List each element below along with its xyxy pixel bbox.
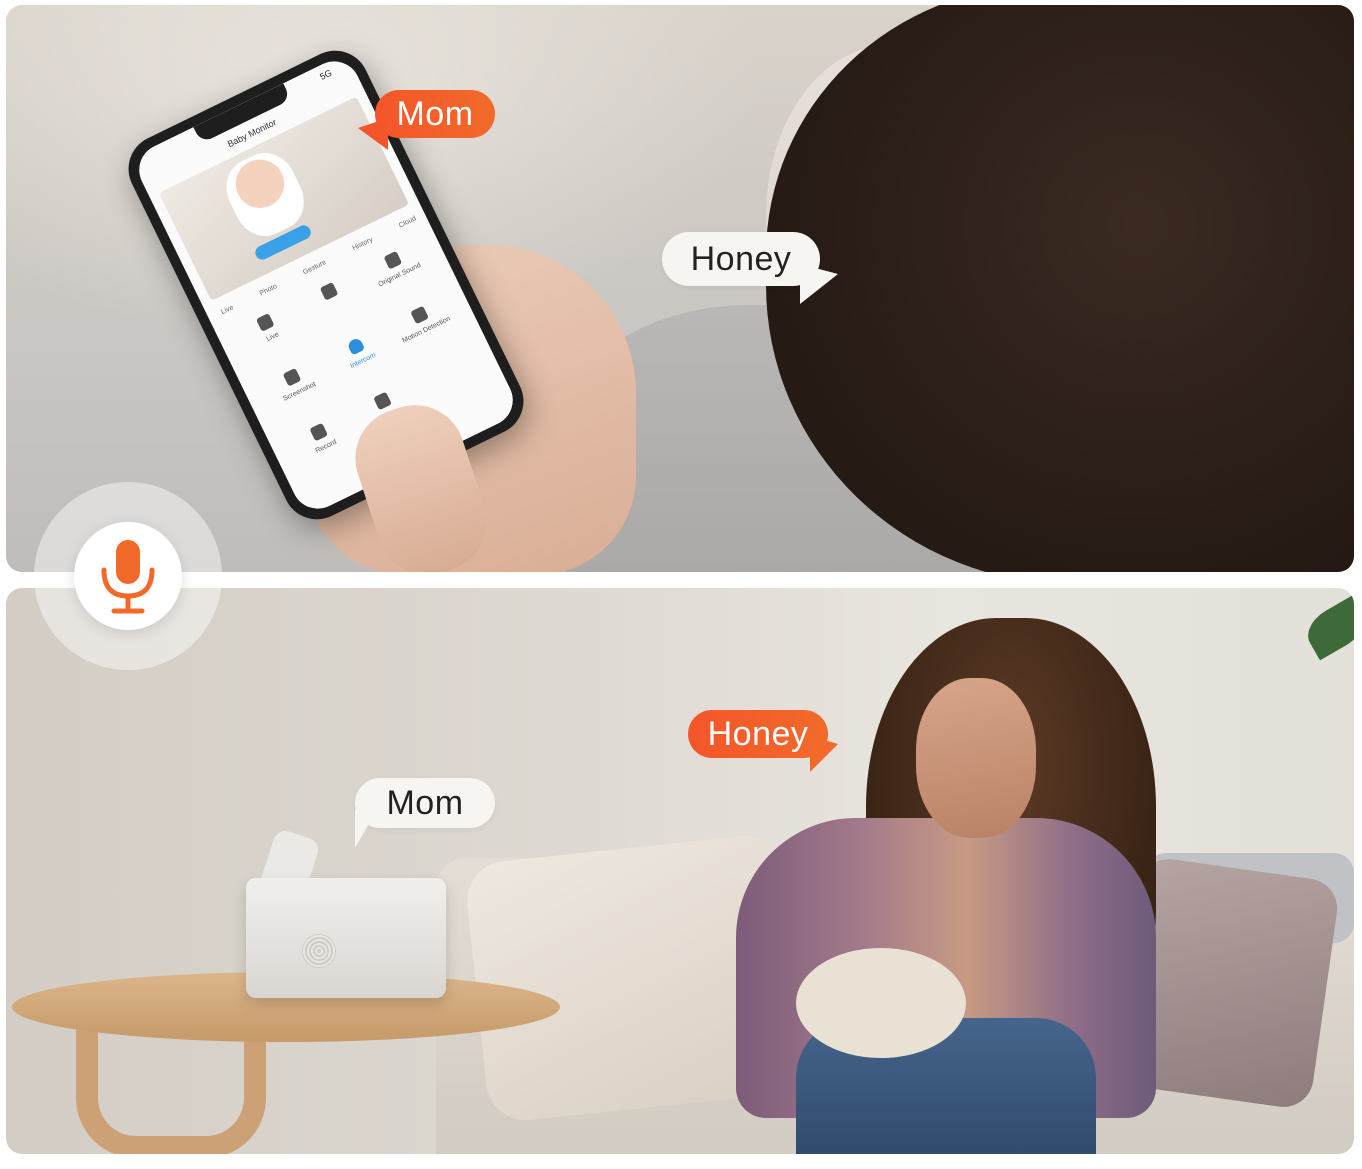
honey-bubble-text: Honey [707, 714, 809, 753]
plant-leaf [1300, 595, 1354, 661]
live-control[interactable]: Live [231, 300, 306, 355]
motion-detection-control[interactable]: Motion Detection [384, 293, 459, 348]
tab-history[interactable]: History [351, 236, 374, 252]
tab-photo[interactable]: Photo [259, 283, 279, 297]
microphone-icon [101, 540, 155, 614]
mom-bubble-bottom-tail [355, 810, 377, 848]
tab-gesture[interactable]: Gesture [302, 259, 327, 276]
empty-control [411, 348, 486, 403]
woman-face [916, 678, 1036, 838]
mom-bubble-tail [358, 118, 388, 150]
mom-bubble-text: Mom [396, 94, 474, 133]
honey-bubble-text: Honey [690, 239, 792, 278]
honey-bubble-top: Honey [662, 232, 820, 286]
microphone-icon [346, 336, 366, 356]
speaker-grille [302, 934, 336, 968]
screenshot-control[interactable]: Screenshot [257, 355, 332, 410]
tab-cloud[interactable]: Cloud [398, 215, 418, 229]
sound-wave-icon [383, 250, 402, 270]
knitting [796, 948, 966, 1058]
mic-badge [74, 522, 182, 630]
mom-bubble-text: Mom [386, 783, 464, 822]
lock-icon [373, 391, 392, 411]
woman-hair [766, 5, 1354, 572]
phone-status: 5G [318, 67, 334, 82]
camera-icon [282, 367, 302, 387]
intercom-control[interactable]: Intercom [321, 324, 396, 379]
honey-bubble-tail [800, 264, 838, 304]
baby-monitor-device [246, 878, 446, 998]
running-person-icon [409, 305, 429, 325]
tab-live[interactable]: Live [220, 304, 235, 316]
mic-control[interactable] [294, 270, 369, 325]
bottom-photo-panel [6, 588, 1354, 1154]
table-leg [76, 1028, 266, 1154]
live-icon [256, 312, 275, 332]
top-photo-panel: 5G Baby Monitor Live Photo Gesture Histo… [6, 5, 1354, 572]
honey-bubble-bottom: Honey [688, 710, 828, 758]
original-sound-control[interactable]: Original Sound [358, 239, 433, 294]
record-control[interactable]: Record [284, 410, 359, 465]
honey-bubble-bottom-tail [810, 736, 838, 772]
mom-bubble-top: Mom [375, 90, 495, 138]
video-camera-icon [309, 422, 329, 442]
microphone-icon [319, 281, 339, 301]
